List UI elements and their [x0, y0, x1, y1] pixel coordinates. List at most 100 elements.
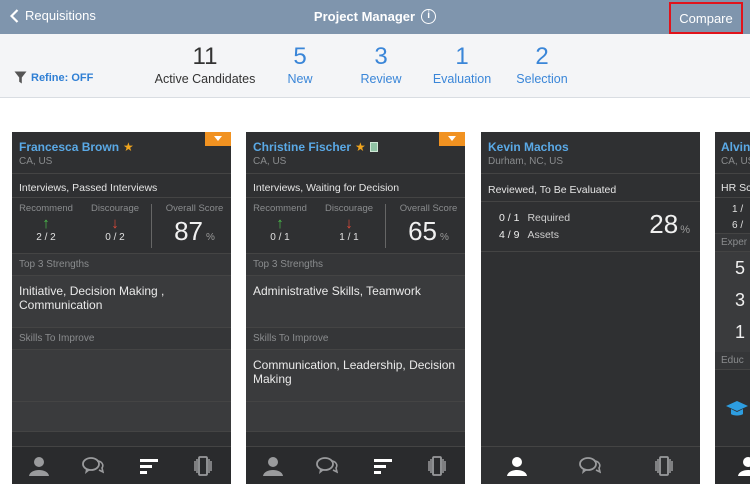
percent-sign: % [680, 224, 690, 236]
person-icon[interactable] [737, 456, 750, 476]
overall-score-value: 87 [174, 216, 203, 246]
candidate-status: Interviews, Waiting for Decision [246, 174, 465, 198]
card-footer-toolbar [246, 446, 465, 484]
required-label: Required [527, 212, 571, 224]
arrow-up-icon: ↑ [42, 215, 50, 232]
experience-value: 3 [735, 290, 746, 310]
strengths-text: Administrative Skills, Teamwork [246, 276, 465, 328]
stat-count: 1 [455, 43, 469, 70]
empty-row [12, 402, 231, 432]
stat-count: 11 [192, 43, 218, 70]
page-title: Project Manager i [0, 9, 750, 24]
candidate-status: HR Sc [715, 174, 750, 198]
person-icon[interactable] [262, 456, 284, 476]
candidate-card[interactable]: Francesca Brown ★ CA, US Interviews, Pas… [12, 132, 231, 484]
info-icon[interactable]: i [421, 9, 437, 24]
discourage-label: Discourage [90, 203, 140, 214]
arrow-up-icon: ↑ [276, 215, 284, 232]
stat-label: Selection [516, 72, 568, 86]
sort-bars-icon[interactable] [372, 456, 394, 476]
score-panel: Recommend ↑ 2 / 2 Discourage ↓ 0 / 2 Ove… [12, 198, 231, 254]
candidate-name[interactable]: Francesca Brown [19, 140, 119, 154]
card-footer-toolbar [12, 446, 231, 484]
cards-stack-icon[interactable] [426, 456, 448, 476]
required-count: 1 / [732, 204, 744, 215]
filter-icon [14, 71, 27, 84]
assets-label: Assets [527, 229, 559, 241]
chat-bubbles-icon[interactable] [82, 456, 104, 476]
candidate-location: CA, US [721, 156, 750, 167]
refine-filter-button[interactable]: Refine: OFF [14, 71, 93, 84]
assets-score: 28% [649, 209, 690, 240]
recommend-count: 0 / 1 [270, 232, 290, 243]
candidate-card[interactable]: Christine Fischer ★ CA, US Interviews, W… [246, 132, 465, 484]
candidate-status: Reviewed, To Be Evaluated [481, 174, 700, 202]
sort-bars-icon[interactable] [138, 456, 160, 476]
overall-score-label: Overall Score [165, 203, 224, 214]
improve-text [12, 350, 231, 402]
recommend-label: Recommend [253, 203, 307, 214]
chat-bubbles-icon[interactable] [316, 456, 338, 476]
candidate-name[interactable]: Christine Fischer [253, 140, 351, 154]
stat-active-candidates[interactable]: 11 Active Candidates [150, 43, 260, 87]
candidate-location: CA, US [253, 156, 287, 167]
candidate-name[interactable]: Alvin [721, 140, 750, 154]
required-count: 0 / 1 [499, 212, 520, 224]
cards-stack-icon[interactable] [653, 456, 675, 476]
stat-label: Evaluation [432, 72, 492, 86]
top-navigation-bar: Requisitions Project Manager i Compare [0, 0, 750, 34]
discourage-stat: Discourage ↓ 0 / 2 [84, 203, 146, 243]
assets-line: 4 / 9 Assets [499, 229, 559, 241]
candidate-location: CA, US [19, 156, 53, 167]
overall-score: Overall Score 87% [162, 203, 227, 247]
stat-count: 5 [293, 43, 307, 70]
candidate-card[interactable]: Kevin Machos Durham, NC, US Reviewed, To… [481, 132, 700, 484]
stat-count: 2 [535, 43, 549, 70]
stat-count: 3 [374, 43, 388, 70]
stat-label: Active Candidates [154, 72, 256, 86]
pipeline-stats-bar: Refine: OFF 11 Active Candidates 5 New 3… [0, 34, 750, 98]
empty-row [246, 402, 465, 432]
strengths-label: Top 3 Strengths [246, 254, 465, 276]
assets-score-value: 28 [649, 209, 679, 239]
card-footer-toolbar [481, 446, 700, 484]
cards-stack-icon[interactable] [192, 456, 214, 476]
stat-review[interactable]: 3 Review [350, 43, 412, 87]
expand-menu-icon[interactable] [205, 132, 231, 146]
person-icon[interactable] [28, 456, 50, 476]
document-icon [369, 142, 378, 152]
strengths-text: Initiative, Decision Making , Communicat… [12, 276, 231, 328]
chat-bubbles-icon[interactable] [579, 456, 601, 476]
improve-label: Skills To Improve [246, 328, 465, 350]
discourage-stat: Discourage ↓ 1 / 1 [318, 203, 380, 243]
stat-evaluation[interactable]: 1 Evaluation [426, 43, 498, 87]
compare-button[interactable]: Compare [669, 2, 743, 34]
card-header: Christine Fischer ★ CA, US [246, 132, 465, 174]
recommend-label: Recommend [19, 203, 73, 214]
arrow-down-icon: ↓ [111, 215, 119, 232]
stat-label: New [287, 72, 313, 86]
recommend-stat: Recommend ↑ 0 / 1 [250, 203, 310, 243]
education-label: Educ [715, 352, 750, 370]
card-footer-toolbar [715, 446, 750, 484]
divider [151, 204, 152, 248]
candidate-card[interactable]: Alvin CA, US HR Sc 1 / 6 / Exper 5 3 1 E… [715, 132, 750, 484]
assets-panel: 0 / 1 Required 4 / 9 Assets 28% [481, 202, 700, 252]
page-title-text: Project Manager [313, 9, 416, 24]
stat-selection[interactable]: 2 Selection [508, 43, 576, 87]
score-panel: 1 / 6 / [715, 198, 750, 234]
stat-new[interactable]: 5 New [270, 43, 330, 87]
person-icon[interactable] [506, 456, 528, 476]
experience-values: 5 3 1 [715, 252, 750, 352]
strengths-label: Top 3 Strengths [12, 254, 231, 276]
divider [385, 204, 386, 248]
assets-count: 6 / [732, 220, 744, 231]
candidate-name[interactable]: Kevin Machos [488, 140, 569, 154]
card-header: Alvin CA, US [715, 132, 750, 174]
required-line: 0 / 1 Required [499, 212, 570, 224]
app-screen: Requisitions Project Manager i Compare R… [0, 0, 750, 484]
refine-label: Refine: OFF [31, 71, 94, 84]
improve-text: Communication, Leadership, Decision Maki… [246, 350, 465, 402]
overall-score-value: 65 [408, 216, 437, 246]
expand-menu-icon[interactable] [439, 132, 465, 146]
